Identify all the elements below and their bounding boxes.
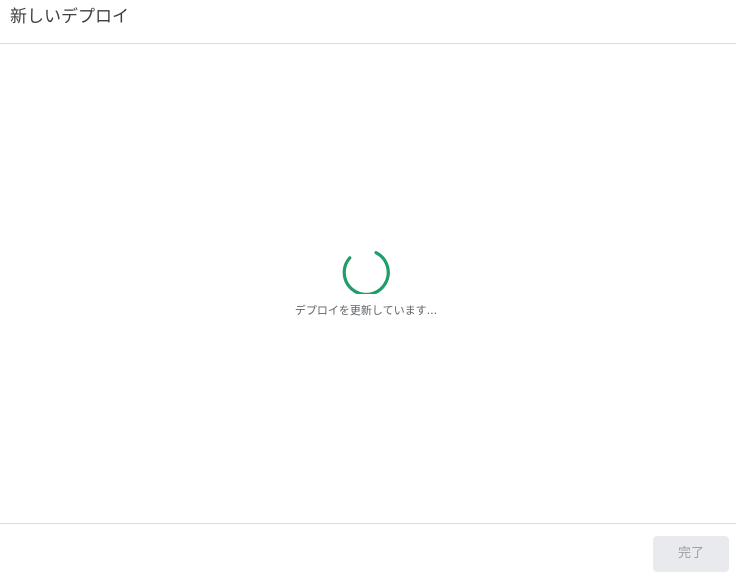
- spinner-arc: [342, 251, 390, 294]
- dialog-footer: 完了: [0, 523, 736, 576]
- dialog-header: 新しいデプロイ: [0, 0, 736, 44]
- dialog-body: デプロイを更新しています...: [0, 44, 736, 523]
- status-message: デプロイを更新しています...: [294, 304, 438, 317]
- new-deployment-dialog: 新しいデプロイ デプロイを更新しています... 完了: [0, 0, 736, 576]
- dialog-title: 新しいデプロイ: [10, 7, 129, 27]
- done-button[interactable]: 完了: [653, 536, 729, 572]
- loading-spinner-icon: [342, 246, 390, 294]
